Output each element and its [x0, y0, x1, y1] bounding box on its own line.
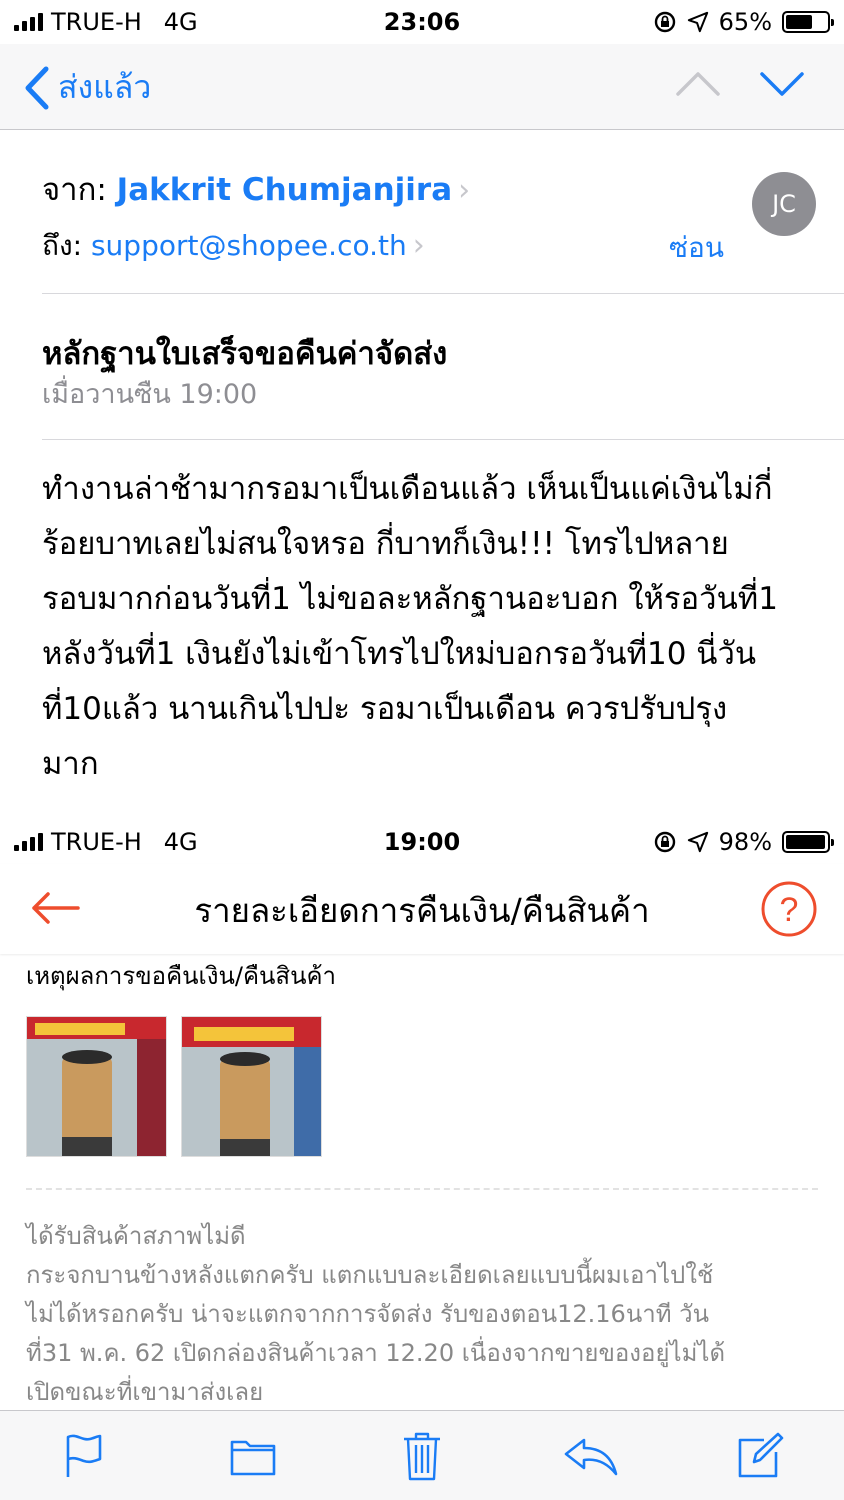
- reason-title: ได้รับสินค้าสภาพไม่ดี: [26, 1222, 246, 1250]
- location-icon: [687, 11, 708, 33]
- subject-divider: [42, 439, 844, 440]
- status-bar: TRUE-H 4G 23:06 65%: [0, 0, 844, 44]
- body-line: มาก: [42, 746, 99, 782]
- shopee-header: รายละเอียดการคืนเงิน/คืนสินค้า ?: [0, 864, 844, 954]
- attachment-status-bar: TRUE-H 4G 19:00 98%: [0, 820, 844, 864]
- reason-line: กระจกบานข้างหลังแตกครับ แตกแบบละเอียดเลย…: [26, 1261, 714, 1289]
- trash-icon: [403, 1432, 440, 1480]
- folder-icon: [230, 1440, 276, 1475]
- message-body: ทำงานล่าช้ามากรอมาเป็นเดือนแล้ว เห็นเป็น…: [42, 462, 822, 792]
- shopee-page-title: รายละเอียดการคืนเงิน/คืนสินค้า: [194, 891, 650, 930]
- from-label: จาก:: [42, 172, 107, 208]
- battery-percent: 98%: [718, 828, 772, 856]
- reply-button[interactable]: [561, 1426, 621, 1486]
- message-navigation: [676, 64, 804, 104]
- svg-text:?: ?: [780, 891, 799, 929]
- status-right: 98%: [653, 828, 834, 856]
- to-line: ถึง: support@shopee.co.th ›: [42, 224, 425, 268]
- next-message-button[interactable]: [760, 64, 804, 104]
- message-date: เมื่อวานซืน 19:00: [42, 379, 258, 410]
- avatar: JC: [752, 172, 816, 236]
- flag-button[interactable]: [54, 1426, 114, 1486]
- previous-message-button[interactable]: [676, 64, 720, 104]
- attached-screenshot: TRUE-H 4G 19:00 98% รายละเอียดการคืนเงิน…: [0, 820, 844, 1410]
- evidence-photo: [181, 1016, 322, 1157]
- reply-icon: [564, 1438, 618, 1475]
- body-line: หลังวันที่1 เงินยังไม่เข้าโทรไปใหม่บอกรอ…: [42, 636, 757, 672]
- reason-header: เหตุผลการขอคืนเงิน/คืนสินค้า: [26, 962, 337, 990]
- from-line: จาก: Jakkrit Chumjanjira ›: [42, 164, 470, 214]
- to-label: ถึง:: [42, 229, 83, 262]
- back-label: ส่งแล้ว: [58, 68, 152, 106]
- trash-button[interactable]: [392, 1426, 452, 1486]
- battery-percent: 65%: [718, 8, 772, 36]
- compose-icon: [738, 1432, 783, 1477]
- chevron-right-icon: ›: [412, 228, 425, 263]
- recipient-address[interactable]: support@shopee.co.th: [91, 229, 407, 262]
- help-icon: ?: [761, 881, 817, 937]
- compose-button[interactable]: [730, 1426, 790, 1486]
- reason-line: เปิดขณะที่เขามาส่งเลย: [26, 1378, 264, 1406]
- dashed-divider: [26, 1188, 818, 1190]
- sender-name[interactable]: Jakkrit Chumjanjira: [117, 172, 452, 208]
- mail-nav-bar: ส่งแล้ว: [0, 44, 844, 130]
- back-button[interactable]: ส่งแล้ว: [24, 62, 151, 113]
- body-line: ทำงานล่าช้ามากรอมาเป็นเดือนแล้ว เห็นเป็น…: [42, 471, 773, 507]
- body-line: ที่10แล้ว นานเกินไปปะ รอมาเป็นเดือน ควรป…: [42, 691, 728, 727]
- location-icon: [687, 831, 708, 853]
- message-subject: หลักฐานใบเสร็จขอคืนค่าจัดส่ง: [42, 336, 448, 372]
- evidence-photos: [26, 1016, 322, 1157]
- move-button[interactable]: [223, 1426, 283, 1486]
- reason-line: ไม่ได้หรอกครับ น่าจะแตกจากการจัดส่ง รับข…: [26, 1300, 710, 1328]
- status-right: 65%: [653, 8, 834, 36]
- hide-details-link[interactable]: ซ่อน: [669, 226, 724, 270]
- rotation-lock-icon: [654, 11, 675, 33]
- body-line: ร้อยบาทเลยไม่สนใจหรอ กี่บาทก็เงิน!!! โทร…: [42, 526, 729, 562]
- evidence-photo: [26, 1016, 167, 1157]
- rotation-lock-icon: [654, 831, 675, 853]
- header-divider: [42, 293, 844, 294]
- reason-description: กระจกบานข้างหลังแตกครับ แตกแบบละเอียดเลย…: [26, 1256, 826, 1412]
- battery-icon: [782, 11, 834, 33]
- body-line: รอบมากก่อนวันที่1 ไม่ขอละหลักฐานอะบอก ให…: [42, 581, 778, 617]
- chevron-right-icon: ›: [458, 173, 471, 208]
- reason-line: ที่31 พ.ค. 62 เปิดกล่องสินค้าเวลา 12.20 …: [26, 1339, 726, 1367]
- mail-toolbar: [0, 1410, 844, 1500]
- battery-icon: [782, 831, 834, 853]
- chevron-left-icon: [25, 66, 49, 109]
- flag-icon: [67, 1434, 102, 1477]
